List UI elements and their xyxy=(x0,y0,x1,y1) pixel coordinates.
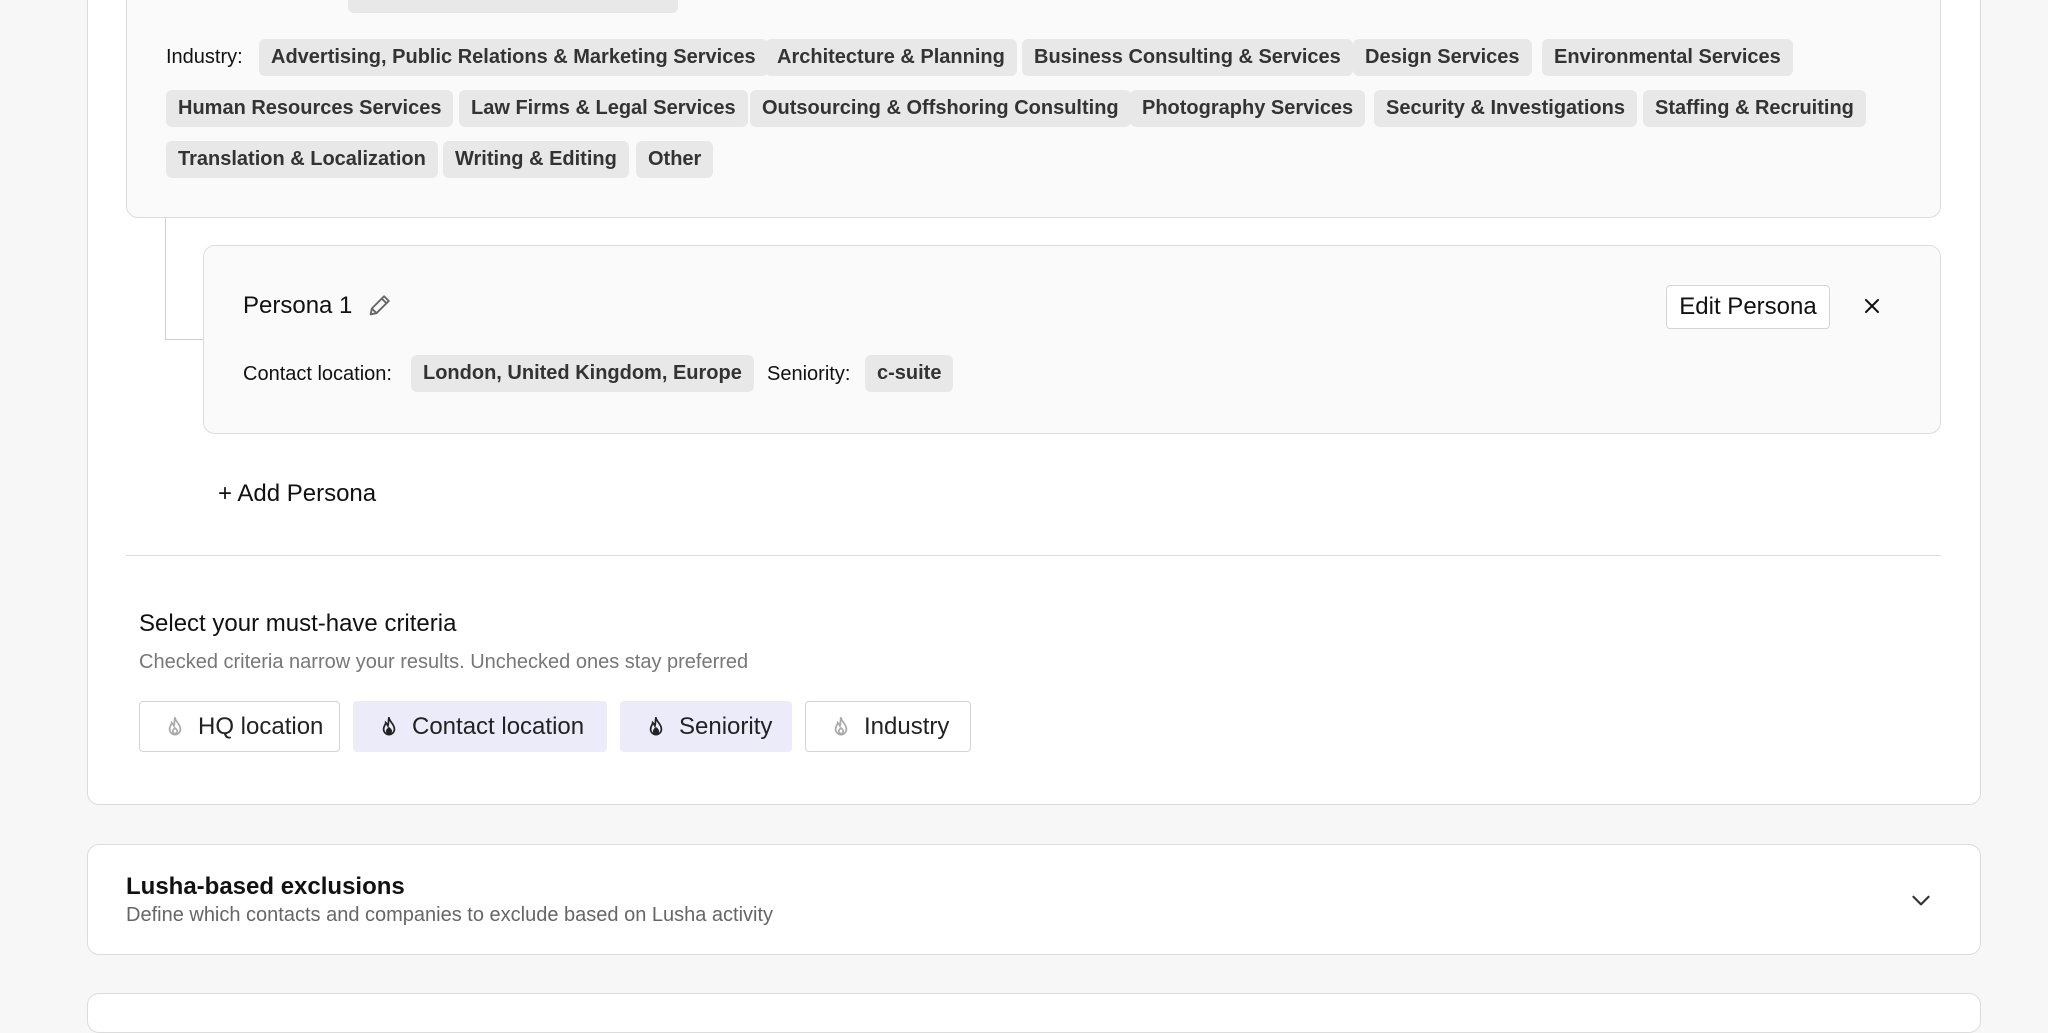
industry-tag: Environmental Services xyxy=(1542,39,1793,76)
seniority-label: Seniority: xyxy=(767,363,851,385)
edit-persona-button[interactable]: Edit Persona xyxy=(1666,285,1830,329)
next-section-card xyxy=(87,993,1981,1033)
industry-tag: Photography Services xyxy=(1130,90,1366,127)
close-icon[interactable] xyxy=(1860,294,1884,318)
criteria-subtitle: Checked criteria narrow your results. Un… xyxy=(139,651,749,673)
industry-tag: Other xyxy=(636,141,714,178)
flame-icon xyxy=(834,716,848,735)
criteria-label: Contact location xyxy=(412,712,585,740)
criteria-label: HQ location xyxy=(198,712,324,740)
industry-tag: Security & Investigations xyxy=(1374,90,1637,127)
persona-title: Persona 1 xyxy=(243,292,353,319)
hq-location-tag-partial xyxy=(348,0,678,13)
flame-icon xyxy=(168,716,182,735)
flame-icon xyxy=(382,716,396,735)
seniority-tag: c-suite xyxy=(865,355,954,392)
contact-location-label: Contact location: xyxy=(243,363,392,385)
criteria-hq-location-toggle[interactable]: HQ location xyxy=(139,701,340,752)
industry-tag: Design Services xyxy=(1353,39,1532,76)
industry-tag: Writing & Editing xyxy=(443,141,629,178)
industry-label: Industry: xyxy=(166,46,243,68)
flame-icon xyxy=(649,716,663,735)
section-divider xyxy=(126,555,1941,556)
contact-location-tag: London, United Kingdom, Europe xyxy=(411,355,754,392)
industry-tag: Architecture & Planning xyxy=(765,39,1017,76)
industry-tag: Advertising, Public Relations & Marketin… xyxy=(259,39,768,76)
criteria-contact-location-toggle[interactable]: Contact location xyxy=(353,701,607,752)
persona-card xyxy=(203,245,1941,434)
exclusions-title: Lusha-based exclusions xyxy=(126,873,405,900)
add-persona-button[interactable]: + Add Persona xyxy=(218,480,376,508)
criteria-industry-toggle[interactable]: Industry xyxy=(805,701,971,752)
tree-connector xyxy=(165,218,205,340)
criteria-title: Select your must-have criteria xyxy=(139,610,457,637)
criteria-seniority-toggle[interactable]: Seniority xyxy=(620,701,792,752)
industry-tag: Translation & Localization xyxy=(166,141,438,178)
criteria-label: Industry xyxy=(864,712,950,740)
criteria-label: Seniority xyxy=(679,712,773,740)
exclusions-subtitle: Define which contacts and companies to e… xyxy=(126,904,774,926)
industry-tag: Human Resources Services xyxy=(166,90,454,127)
industry-tag: Law Firms & Legal Services xyxy=(459,90,748,127)
chevron-down-icon[interactable] xyxy=(1908,887,1934,913)
industry-tag: Outsourcing & Offshoring Consulting xyxy=(750,90,1131,127)
industry-tag: Staffing & Recruiting xyxy=(1643,90,1866,127)
industry-tag: Business Consulting & Services xyxy=(1022,39,1353,76)
pencil-icon[interactable] xyxy=(366,291,394,319)
